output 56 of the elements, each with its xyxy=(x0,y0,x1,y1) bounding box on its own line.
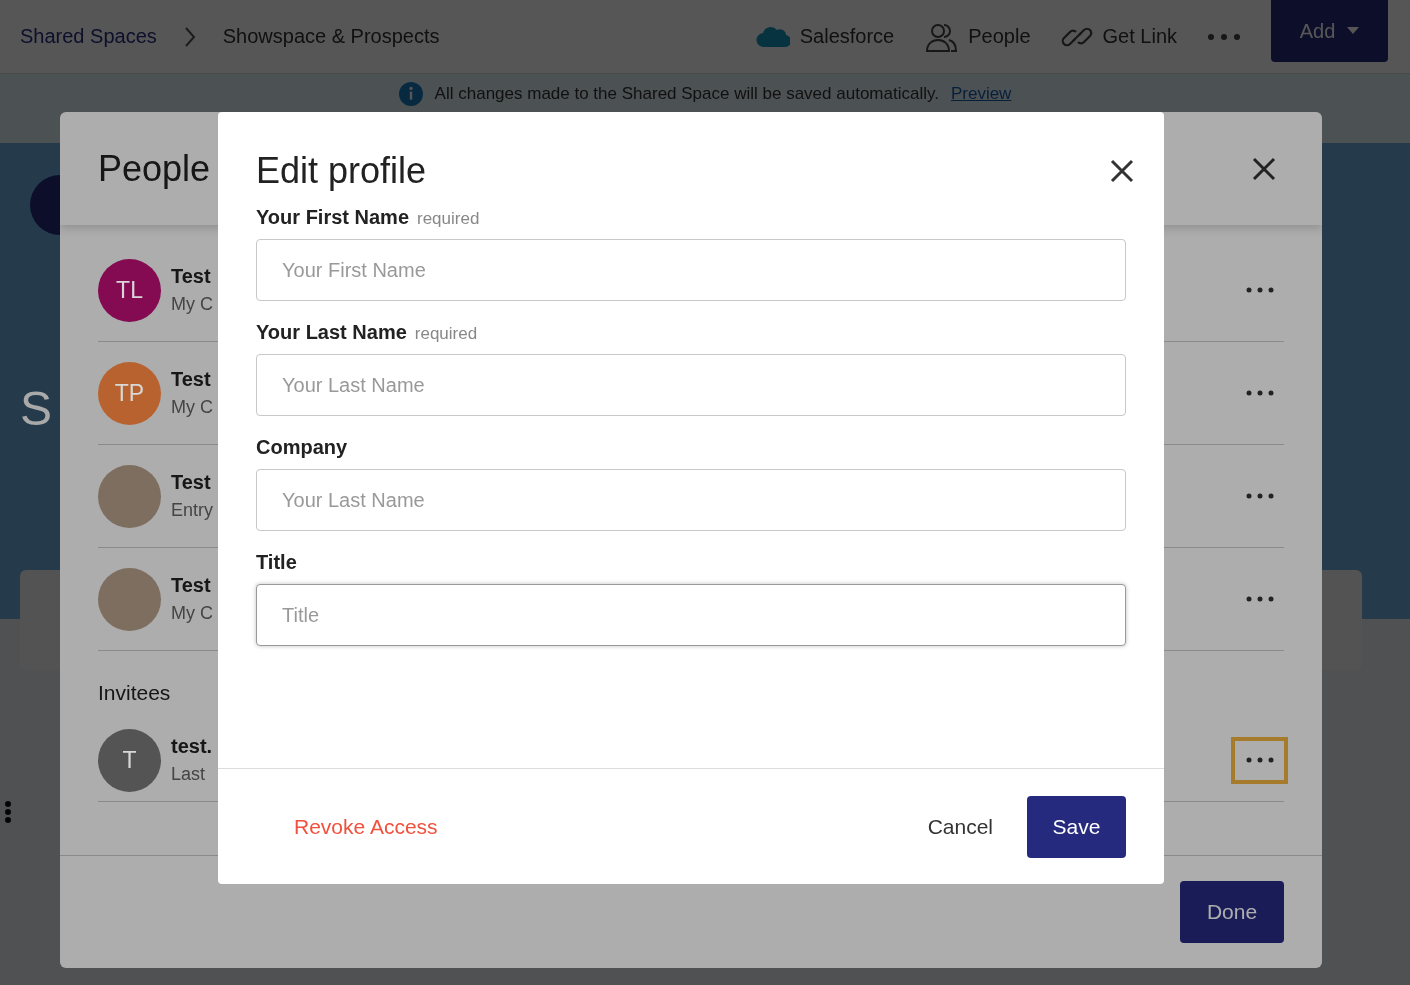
close-icon xyxy=(1252,156,1276,181)
more-button[interactable] xyxy=(1231,736,1288,784)
dialog-title: Edit profile xyxy=(256,150,427,192)
required-hint: required xyxy=(417,209,480,229)
field-label: Company xyxy=(256,436,348,459)
close-button[interactable] xyxy=(1252,156,1276,181)
close-button[interactable] xyxy=(1110,159,1134,183)
toolbar-button[interactable]: Salesforce xyxy=(755,24,895,49)
cloud-logo-icon xyxy=(755,24,790,49)
section-heading: Invitees xyxy=(98,680,172,706)
field-label: Your Last Name xyxy=(256,321,407,344)
done-button[interactable]: Done xyxy=(1180,881,1284,943)
avatar-initials: TL xyxy=(116,276,143,304)
close-icon xyxy=(1110,159,1134,183)
breadcrumb-link[interactable]: Shared Spaces xyxy=(20,25,157,48)
info-icon xyxy=(398,82,423,106)
member-subtitle: My C xyxy=(171,397,213,418)
member-name: Test xyxy=(171,471,211,494)
space-title: S xyxy=(20,381,52,436)
input-field[interactable]: Your Last Name xyxy=(256,469,1126,531)
field-label: Title xyxy=(256,551,297,574)
caret-icon xyxy=(1347,27,1360,35)
more-button[interactable] xyxy=(1207,32,1241,41)
member-name: Test xyxy=(171,574,211,597)
more-icon xyxy=(1245,390,1274,396)
input-field[interactable]: Your First Name xyxy=(256,239,1126,301)
revoke-access-button[interactable]: Revoke Access xyxy=(278,806,454,847)
member-name: test. xyxy=(171,735,213,758)
input-field[interactable]: Title xyxy=(256,584,1126,646)
chevron-right-icon xyxy=(182,25,197,48)
more-icon xyxy=(1245,493,1274,499)
member-name: Test xyxy=(171,368,211,391)
toolbar-button[interactable]: People xyxy=(924,20,1031,53)
add-button[interactable]: Add xyxy=(1271,0,1388,62)
breadcrumb-current: Showspace & Prospects xyxy=(222,25,440,48)
more-icon xyxy=(1245,757,1274,763)
avatar-initials: T xyxy=(122,746,137,774)
dialog-title: People xyxy=(98,147,211,190)
save-button[interactable]: Save xyxy=(1027,795,1126,858)
avatar-initials: TP xyxy=(114,379,145,407)
kebab-icon xyxy=(4,800,12,824)
member-subtitle: Entry xyxy=(171,500,213,521)
member-name: Test xyxy=(171,265,211,288)
banner-text: All changes made to the Shared Space will be saved automatically. xyxy=(434,83,939,105)
field-label: Your First Name xyxy=(256,206,409,229)
more-icon xyxy=(1207,32,1241,41)
input-field[interactable]: Your Last Name xyxy=(256,354,1126,416)
cancel-button[interactable]: Cancel xyxy=(913,806,1007,847)
more-icon xyxy=(1245,596,1274,602)
member-subtitle: Last xyxy=(171,764,206,785)
more-icon xyxy=(1245,287,1274,293)
member-subtitle: My C xyxy=(171,603,213,624)
toolbar-button[interactable]: Get Link xyxy=(1060,20,1177,53)
preview-link[interactable]: Preview xyxy=(950,82,1012,106)
required-hint: required xyxy=(414,324,478,344)
member-subtitle: My C xyxy=(171,294,213,315)
